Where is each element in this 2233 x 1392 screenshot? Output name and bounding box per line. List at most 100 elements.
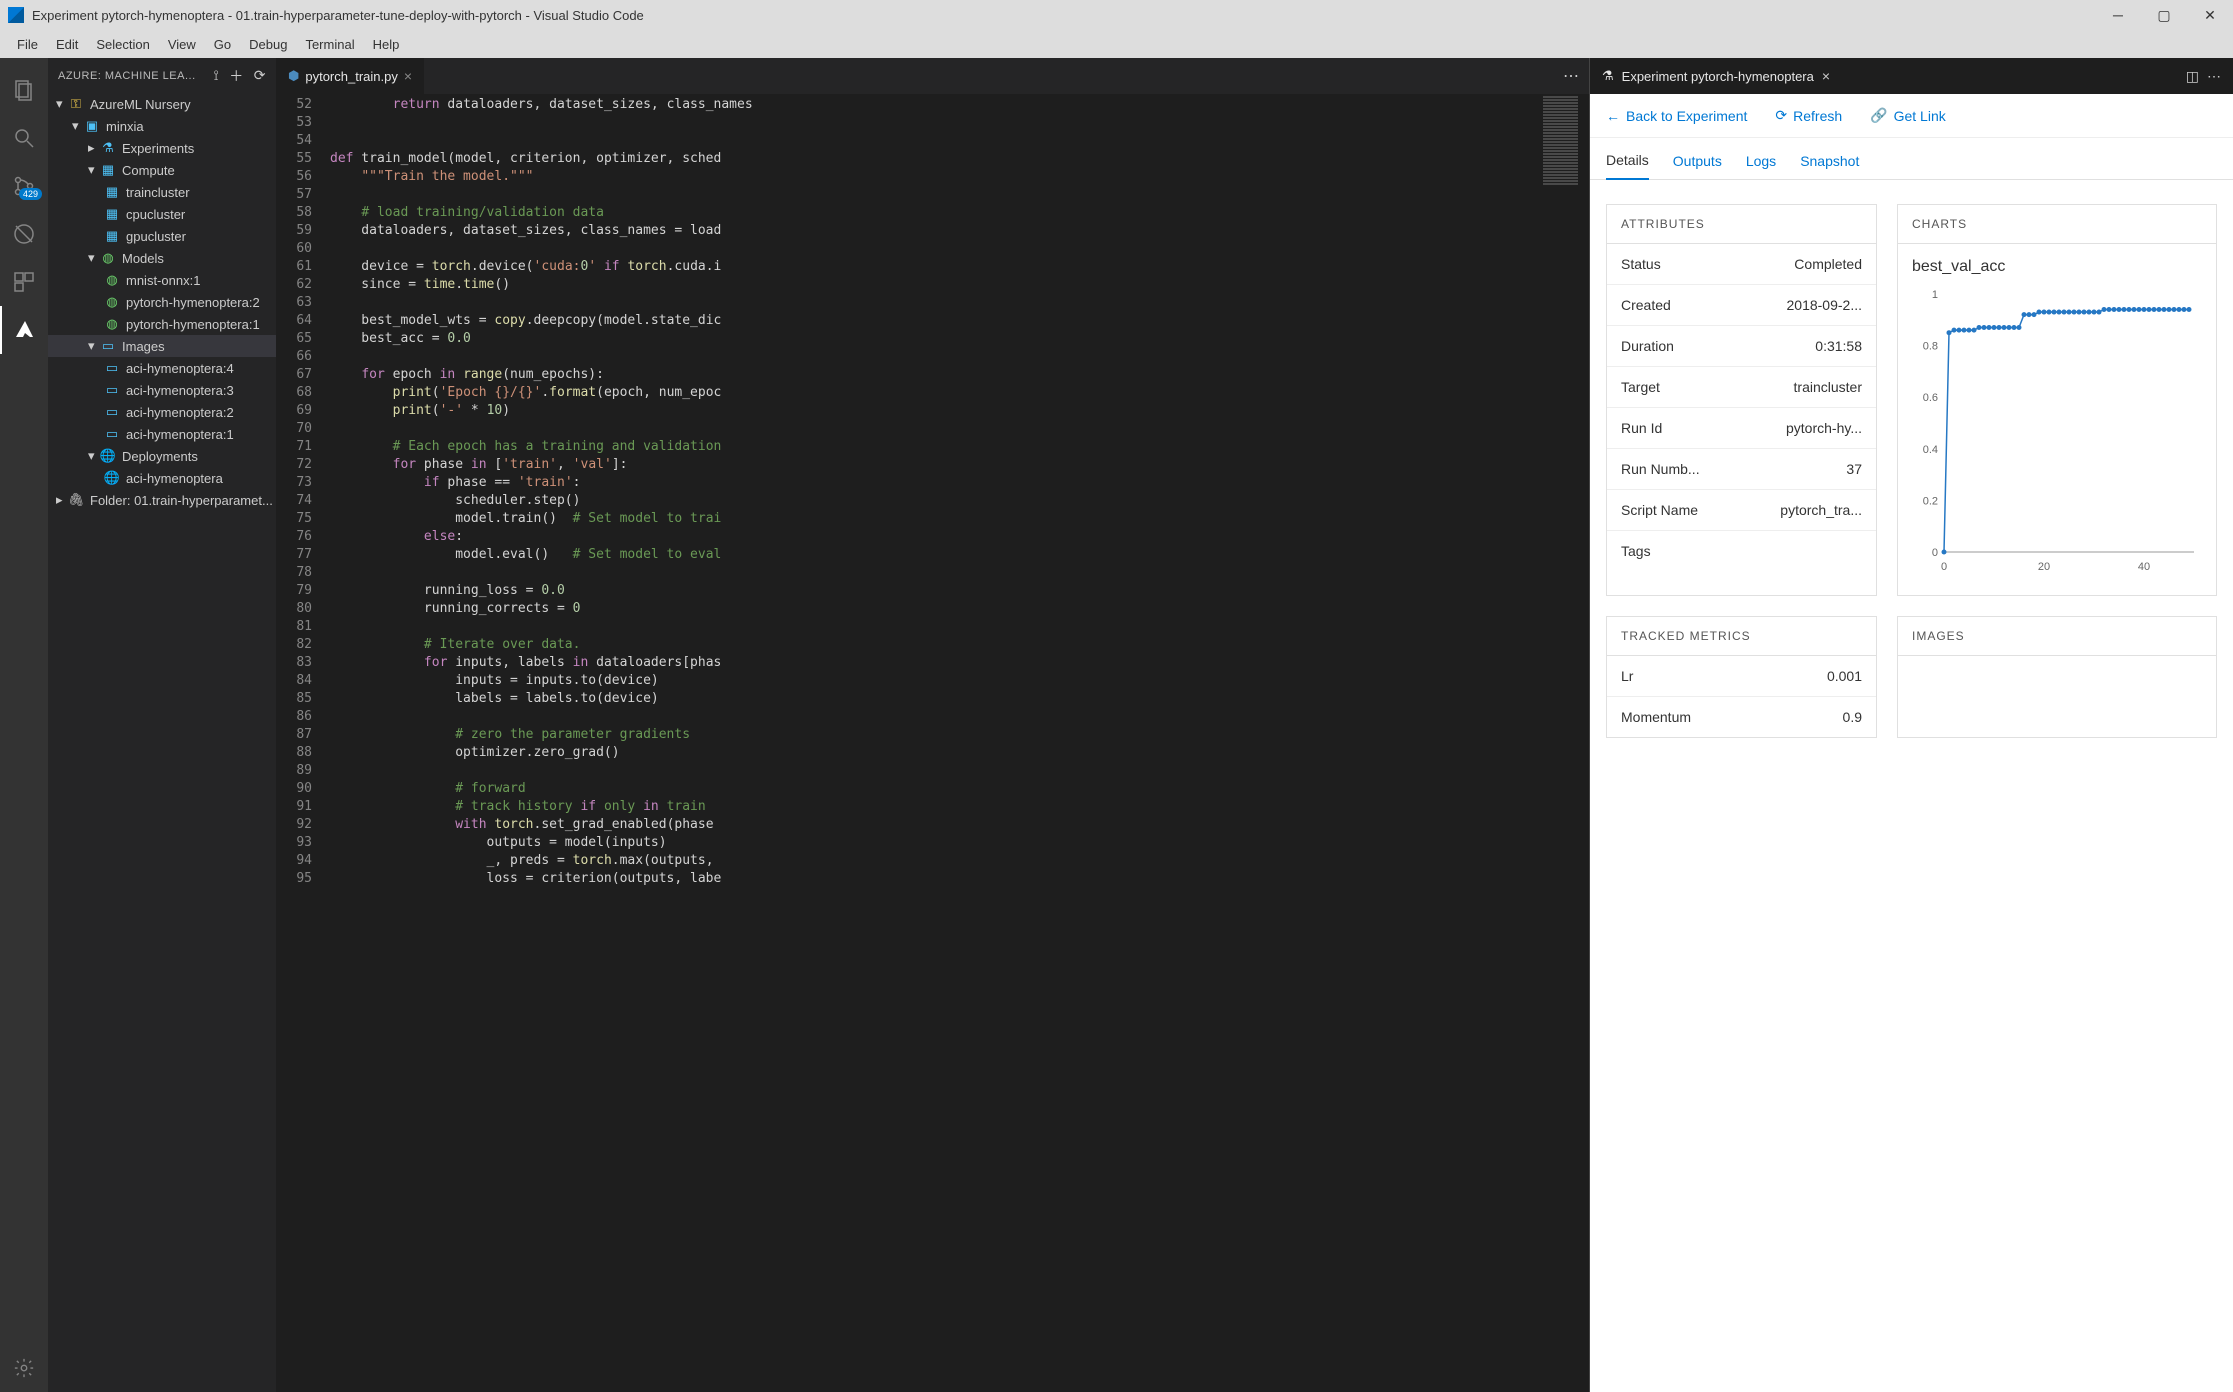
getlink-button[interactable]: 🔗Get Link — [1870, 107, 1946, 124]
window-close-button[interactable]: ✕ — [2187, 0, 2233, 30]
menu-edit[interactable]: Edit — [47, 37, 87, 52]
experiment-panel: ⚗ Experiment pytorch-hymenoptera × ◫ ⋯ ←… — [1589, 58, 2233, 1392]
activity-explorer[interactable] — [0, 66, 48, 114]
tree-folder[interactable]: ▸🖇Folder: 01.train-hyperparamet... — [48, 489, 276, 511]
model-icon: ◍ — [104, 316, 120, 332]
attr-key: Target — [1621, 379, 1721, 395]
tree-label: aci-hymenoptera:2 — [126, 405, 234, 420]
metric-row: Momentum0.9 — [1607, 697, 1876, 737]
attribute-row: StatusCompleted — [1607, 244, 1876, 285]
sidebar-pin-icon[interactable]: ⟟ — [214, 67, 220, 84]
tree-label: pytorch-hymenoptera:2 — [126, 295, 260, 310]
tree-models[interactable]: ▾◍Models — [48, 247, 276, 269]
attr-value: pytorch-hy... — [1721, 420, 1862, 436]
activity-source-control[interactable]: 429 — [0, 162, 48, 210]
model-icon: ◍ — [104, 272, 120, 288]
editor-more-button[interactable]: ⋯ — [1553, 58, 1589, 94]
activity-settings[interactable] — [0, 1344, 48, 1392]
attribute-row: Created2018-09-2... — [1607, 285, 1876, 326]
tree-image-item[interactable]: ▭aci-hymenoptera:3 — [48, 379, 276, 401]
tree-image-item[interactable]: ▭aci-hymenoptera:1 — [48, 423, 276, 445]
tree-model-item[interactable]: ◍ pytorch-hymenoptera:1 — [48, 313, 276, 335]
tree-deployment-item[interactable]: 🌐aci-hymenoptera — [48, 467, 276, 489]
python-icon: ⬢ — [288, 68, 299, 84]
svg-text:0.4: 0.4 — [1923, 444, 1938, 456]
activity-extensions[interactable] — [0, 258, 48, 306]
close-icon[interactable]: × — [1822, 68, 1830, 84]
tree-label: Images — [122, 339, 165, 354]
svg-text:1: 1 — [1932, 289, 1938, 301]
attr-value — [1721, 543, 1862, 559]
image-icon: ▭ — [104, 360, 120, 376]
menu-file[interactable]: File — [8, 37, 47, 52]
tree-label: aci-hymenoptera:4 — [126, 361, 234, 376]
sidebar-title: AZURE: MACHINE LEA... — [58, 70, 196, 82]
refresh-icon: ⟳ — [1775, 107, 1787, 124]
tree-image-item[interactable]: ▭ aci-hymenoptera:4 — [48, 357, 276, 379]
menu-go[interactable]: Go — [205, 37, 240, 52]
menu-view[interactable]: View — [159, 37, 205, 52]
refresh-button[interactable]: ⟳Refresh — [1775, 107, 1842, 124]
line-chart: 00.20.40.60.8102040 — [1912, 286, 2202, 576]
card-title: CHARTS — [1898, 205, 2216, 244]
attr-value: 2018-09-2... — [1721, 297, 1862, 313]
tree-label: pytorch-hymenoptera:1 — [126, 317, 260, 332]
image-icon: ▭ — [104, 382, 120, 398]
tree-label: gpucluster — [126, 229, 186, 244]
tree-model-item[interactable]: ◍mnist-onnx:1 — [48, 269, 276, 291]
split-icon[interactable]: ◫ — [2186, 68, 2199, 85]
tab-snapshot[interactable]: Snapshot — [1800, 153, 1859, 179]
attribute-row: Run Idpytorch-hy... — [1607, 408, 1876, 449]
tree-experiments[interactable]: ▸⚗Experiments — [48, 137, 276, 159]
editor-area: ⬢ pytorch_train.py × ⋯ 52 53 54 55 56 57… — [276, 58, 1589, 1392]
arrow-left-icon: ← — [1606, 108, 1620, 124]
activity-bar: 429 — [0, 58, 48, 1392]
tree-image-item[interactable]: ▭aci-hymenoptera:2 — [48, 401, 276, 423]
panel-titlebar: ⚗ Experiment pytorch-hymenoptera × ◫ ⋯ — [1590, 58, 2233, 94]
tree-compute-item[interactable]: ▦cpucluster — [48, 203, 276, 225]
tree-label: Experiments — [122, 141, 194, 156]
tree-root[interactable]: ▾⚿AzureML Nursery — [48, 93, 276, 115]
tree-subscription[interactable]: ▾▣minxia — [48, 115, 276, 137]
tree-label: Folder: 01.train-hyperparamet... — [90, 493, 273, 508]
tree-images[interactable]: ▾▭Images — [48, 335, 276, 357]
menu-debug[interactable]: Debug — [240, 37, 296, 52]
close-icon[interactable]: × — [404, 68, 412, 84]
svg-text:0.8: 0.8 — [1923, 341, 1938, 353]
attr-value: Completed — [1721, 256, 1862, 272]
activity-debug[interactable] — [0, 210, 48, 258]
attr-key: Run Id — [1621, 420, 1721, 436]
attribute-row: Duration0:31:58 — [1607, 326, 1876, 367]
sidebar-add-icon[interactable]: ＋ — [229, 66, 244, 86]
menu-selection[interactable]: Selection — [87, 37, 158, 52]
tree-compute-item[interactable]: ▦traincluster — [48, 181, 276, 203]
menu-help[interactable]: Help — [364, 37, 409, 52]
window-maximize-button[interactable]: ▢ — [2141, 0, 2187, 30]
tab-outputs[interactable]: Outputs — [1673, 153, 1722, 179]
card-title: TRACKED METRICS — [1607, 617, 1876, 656]
sidebar-refresh-icon[interactable]: ⟳ — [254, 67, 266, 84]
window-title: Experiment pytorch-hymenoptera - 01.trai… — [32, 8, 644, 23]
svg-text:0: 0 — [1932, 547, 1938, 559]
card-title: IMAGES — [1898, 617, 2216, 656]
window-minimize-button[interactable]: ─ — [2095, 0, 2141, 30]
code-editor[interactable]: 52 53 54 55 56 57 58 59 60 61 62 63 64 6… — [276, 94, 1589, 1392]
tree-compute-item[interactable]: ▦gpucluster — [48, 225, 276, 247]
metric-key: Lr — [1621, 668, 1721, 684]
tree-model-item[interactable]: ◍pytorch-hymenoptera:2 — [48, 291, 276, 313]
tree-deployments[interactable]: ▾🌐Deployments — [48, 445, 276, 467]
tab-logs[interactable]: Logs — [1746, 153, 1776, 179]
editor-tab[interactable]: ⬢ pytorch_train.py × — [276, 58, 424, 94]
activity-azure[interactable] — [0, 306, 48, 354]
back-button[interactable]: ←Back to Experiment — [1606, 108, 1747, 124]
sidebar: AZURE: MACHINE LEA... ⟟ ＋ ⟳ ▾⚿AzureML Nu… — [48, 58, 276, 1392]
activity-search[interactable] — [0, 114, 48, 162]
metric-key: Momentum — [1621, 709, 1721, 725]
minimap[interactable] — [1541, 94, 1589, 1392]
tab-details[interactable]: Details — [1606, 152, 1649, 180]
menu-terminal[interactable]: Terminal — [296, 37, 363, 52]
more-icon[interactable]: ⋯ — [2207, 68, 2221, 85]
tree-compute[interactable]: ▾▦Compute — [48, 159, 276, 181]
vscode-icon — [8, 7, 24, 23]
code-content[interactable]: return dataloaders, dataset_sizes, class… — [330, 94, 1541, 1392]
